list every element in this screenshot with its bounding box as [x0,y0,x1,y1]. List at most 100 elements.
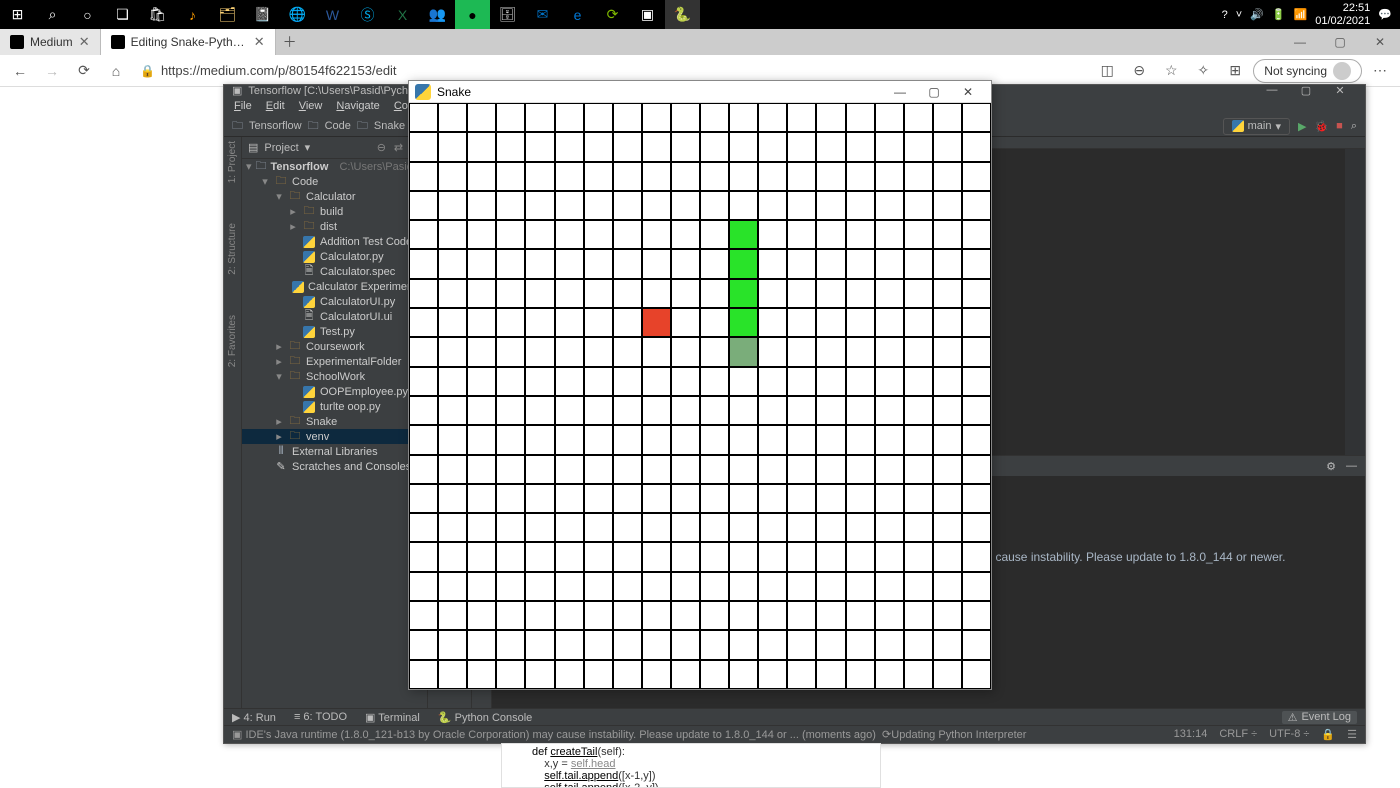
tree-item[interactable]: CalculatorUI.py [242,294,427,309]
explorer-icon[interactable]: 🗂 [210,0,245,29]
reader-icon[interactable]: ◫ [1093,58,1121,84]
gutter-favorites[interactable]: 2: Favorites [227,315,238,367]
tree-item[interactable]: ⫴External Libraries [242,444,427,459]
new-tab-button[interactable]: ＋ [276,29,304,55]
tab-terminal[interactable]: ▣ Terminal [365,711,420,724]
menu-edit[interactable]: Edit [266,100,285,112]
tree-item[interactable]: Calculator Experimental.p [242,279,427,294]
tab-event-log[interactable]: ⚠ Event Log [1282,711,1357,724]
run-config-selector[interactable]: main ▾ [1223,118,1290,135]
task-view-icon[interactable]: ❏ [105,0,140,29]
indent-icon[interactable]: ☰ [1347,728,1357,741]
tree-item[interactable]: ▸🗀Coursework [242,339,427,354]
snake-maximize[interactable]: ▢ [917,85,951,99]
gutter-project[interactable]: 1: Project [227,141,238,183]
menu-navigate[interactable]: Navigate [336,100,379,112]
forward-button[interactable]: → [38,58,66,84]
clock[interactable]: 22:51 01/02/2021 [1315,2,1370,26]
tree-item[interactable]: 🗎Calculator.spec [242,264,427,279]
home-button[interactable]: ⌂ [102,58,130,84]
tree-item[interactable]: ▾🗀SchoolWork [242,369,427,384]
tree-item[interactable]: ▸🗀ExperimentalFolder [242,354,427,369]
sync-status[interactable]: Not syncing [1253,59,1362,83]
word-icon[interactable]: W [315,0,350,29]
extensions-icon[interactable]: ⊞ [1221,58,1249,84]
tree-item[interactable]: OOPEmployee.py [242,384,427,399]
sync-icon[interactable]: ⟳ [595,0,630,29]
snake-close[interactable]: ✕ [951,85,985,99]
edge-icon[interactable]: e [560,0,595,29]
tree-item[interactable]: ✎Scratches and Consoles [242,459,427,474]
run-settings-icon[interactable]: ⚙ [1326,460,1336,473]
tab-run[interactable]: ▶ 4: Run [232,711,276,724]
db-icon[interactable]: 🗄 [490,0,525,29]
outlook-icon[interactable]: ✉ [525,0,560,29]
project-tree[interactable]: ▾🗀Tensorflow C:\Users\Pasid\Pycharm ▾🗀Co… [242,159,427,708]
snake-grid[interactable] [409,103,991,689]
search-icon[interactable]: ⌕ [35,0,70,29]
breadcrumb-item[interactable]: Tensorflow [249,120,302,132]
refresh-button[interactable]: ⟳ [70,58,98,84]
chrome-icon[interactable]: 🌐 [280,0,315,29]
notepadpp-icon[interactable]: 📓 [245,0,280,29]
store-icon[interactable]: 🛍 [140,0,175,29]
tree-item[interactable]: 🗎CalculatorUI.ui [242,309,427,324]
menu-button[interactable]: ⋯ [1366,58,1394,84]
volume-icon[interactable]: 🔊 [1250,8,1264,21]
snake-minimize[interactable]: — [883,85,917,99]
gutter-structure[interactable]: 2: Structure [227,223,238,275]
spotify-icon[interactable]: ● [455,0,490,29]
tree-item[interactable]: ▸🗀dist [242,219,427,234]
back-button[interactable]: ← [6,58,34,84]
music-icon[interactable]: ♪ [175,0,210,29]
teams-icon[interactable]: 👥 [420,0,455,29]
run-button[interactable]: ▶ [1298,120,1306,133]
close-icon[interactable]: ✕ [79,34,90,50]
tree-item[interactable]: Test.py [242,324,427,339]
notifications-icon[interactable]: 💬 [1378,8,1392,21]
stop-button[interactable]: ■ [1336,120,1343,132]
close-button[interactable]: ✕ [1360,29,1400,55]
breadcrumb-item[interactable]: Code [325,120,351,132]
tab-medium[interactable]: Medium ✕ [0,29,101,55]
close-icon[interactable]: ✕ [254,34,265,50]
favorite-icon[interactable]: ☆ [1157,58,1185,84]
run-hide-icon[interactable]: — [1346,460,1357,472]
menu-view[interactable]: View [299,100,323,112]
pycharm-icon[interactable]: ▣ [630,0,665,29]
skype-icon[interactable]: Ⓢ [350,0,385,29]
maximize-button[interactable]: ▢ [1320,29,1360,55]
url-field[interactable]: 🔒 https://medium.com/p/80154f622153/edit [134,63,1089,78]
debug-button[interactable]: 🐞 [1314,120,1328,133]
tab-todo[interactable]: ≡ 6: TODO [294,711,347,723]
tab-python-console[interactable]: 🐍 Python Console [438,711,532,724]
breadcrumb-item[interactable]: Snake [374,120,405,132]
minimize-button[interactable]: — [1280,29,1320,55]
tab-editing[interactable]: Editing Snake-Python – Medium ✕ [101,29,276,55]
zoom-icon[interactable]: ⊖ [1125,58,1153,84]
tree-item[interactable]: turlte oop.py [242,399,427,414]
line-ending[interactable]: CRLF ÷ [1219,728,1257,741]
tree-item[interactable]: ▸🗀build [242,204,427,219]
wifi-icon[interactable]: 📶 [1294,8,1308,21]
excel-icon[interactable]: X [385,0,420,29]
tree-item[interactable]: ▸🗀venv [242,429,427,444]
lock-status-icon[interactable]: 🔒 [1321,728,1335,741]
cortana-icon[interactable]: ○ [70,0,105,29]
cursor-position[interactable]: 131:14 [1174,728,1208,741]
python-icon[interactable]: 🐍 [665,0,700,29]
collapse-icon[interactable]: ⊖ [377,141,386,154]
chevron-up-icon[interactable]: ˅ [1236,9,1242,21]
battery-icon[interactable]: 🔋 [1272,8,1286,21]
help-icon[interactable]: ? [1222,9,1228,21]
tree-item[interactable]: ▾🗀Calculator [242,189,427,204]
menu-file[interactable]: File [234,100,252,112]
tree-item[interactable]: Addition Test Code.py [242,234,427,249]
minimap[interactable] [1345,149,1365,455]
tree-item[interactable]: ▸🗀Snake [242,414,427,429]
search-everywhere-icon[interactable]: ⌕ [1351,120,1357,133]
settings-icon[interactable]: ⇄ [394,141,403,154]
start-button[interactable]: ⊞ [0,0,35,29]
tree-item[interactable]: ▾🗀Code [242,174,427,189]
tree-item[interactable]: Calculator.py [242,249,427,264]
